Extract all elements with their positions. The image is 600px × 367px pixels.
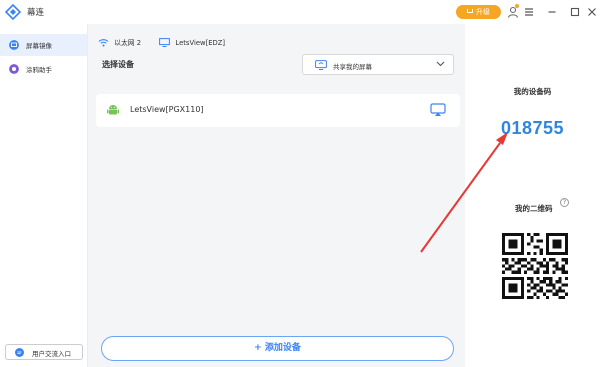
network-name: 以太网 2 [114,39,142,47]
sidebar: 屏幕镜像 涂鸦助手 用户交流入口 [0,24,88,367]
device-name: LetsView[PGX110] [130,105,204,114]
share-screen-icon [315,60,327,70]
network-info: 以太网 2 LetsView[EDZ] [98,37,225,49]
upgrade-button[interactable]: 升级 [456,5,501,19]
close-icon[interactable] [585,5,599,19]
section-title: 选择设备 [102,60,134,69]
menu-icon[interactable] [522,5,536,19]
qr-code-label: 我的二维码 [515,204,553,213]
device-code-label: 我的设备码 [513,87,552,96]
chevron-down-icon [436,61,445,67]
doodle-icon [9,64,19,74]
notification-dot [515,4,519,8]
share-select-value: 共享我的屏幕 [333,63,372,71]
sidebar-item-label: 屏幕镜像 [26,42,52,50]
device-code: 018755 [500,118,565,138]
help-icon[interactable]: ? [560,198,569,207]
chat-icon [15,348,24,357]
title-bar: 幕连 升级 [0,0,600,24]
feedback-label: 用户交流入口 [32,350,71,358]
qr-code-image [502,233,568,299]
android-icon [107,105,119,115]
wifi-icon [98,39,109,47]
monitor-icon [159,38,171,47]
app-title: 幕连 [27,8,45,18]
upgrade-label: 升级 [476,8,490,16]
app-logo-icon [5,4,21,20]
minimize-icon[interactable] [545,5,559,19]
crown-icon [467,9,473,13]
pc-name: LetsView[EDZ] [175,39,226,47]
cast-icon[interactable] [430,103,446,117]
device-item[interactable]: LetsView[PGX110] [96,94,460,127]
maximize-icon[interactable] [568,5,582,19]
share-screen-select[interactable]: 共享我的屏幕 [302,54,454,75]
main-panel: 以太网 2 LetsView[EDZ] 选择设备 共享我的屏幕 LetsView… [88,24,465,367]
add-device-button[interactable]: + 添加设备 [101,336,454,361]
feedback-button[interactable]: 用户交流入口 [5,344,83,360]
sidebar-item-doodle[interactable]: 涂鸦助手 [0,58,87,80]
sidebar-item-label: 涂鸦助手 [26,66,52,74]
screen-mirror-icon [9,40,19,50]
right-panel: 我的设备码 018755 我的二维码 ? [465,24,600,367]
sidebar-item-screen-mirror[interactable]: 屏幕镜像 [0,34,87,56]
